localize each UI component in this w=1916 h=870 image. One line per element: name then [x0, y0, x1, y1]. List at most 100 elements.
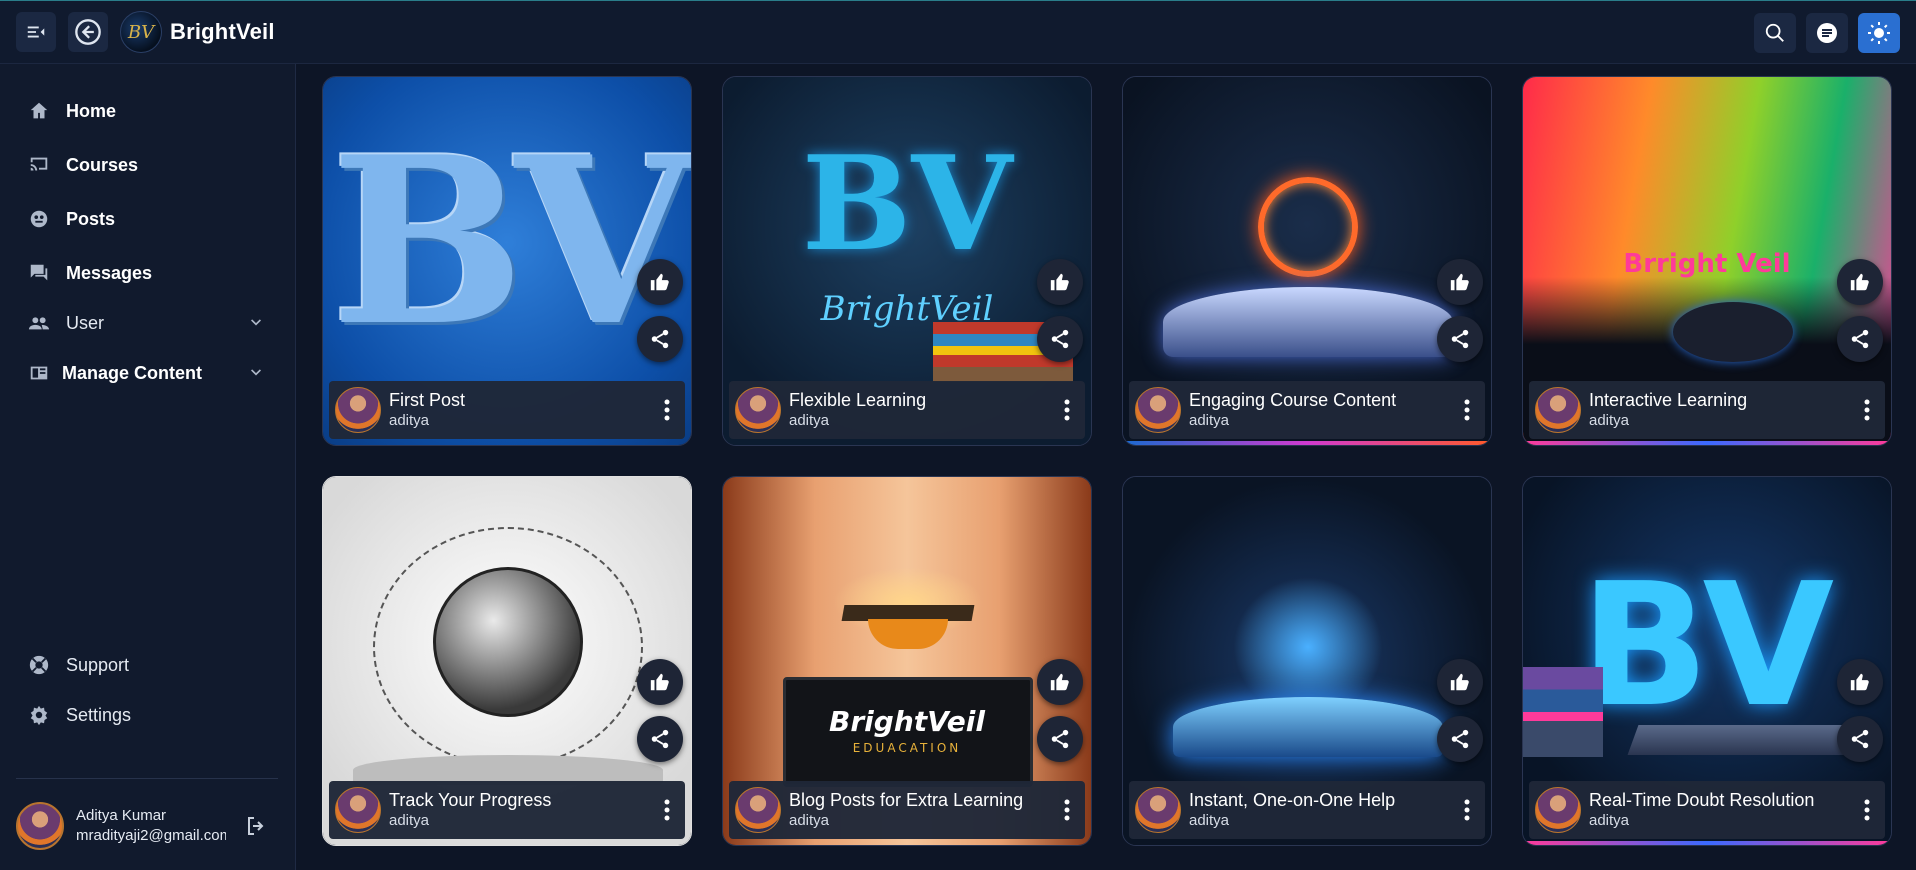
thumbs-up-icon	[1050, 673, 1069, 691]
messages-icon	[30, 264, 48, 281]
chat-button[interactable]	[1806, 13, 1848, 53]
post-title[interactable]: Blog Posts for Extra Learning	[789, 789, 1055, 811]
more-vert-icon	[1064, 399, 1070, 421]
home-icon	[30, 102, 48, 119]
post-author: aditya	[1589, 812, 1630, 829]
search-icon	[1765, 23, 1784, 42]
share-icon	[1051, 729, 1069, 749]
sidebar-item-support[interactable]: Support	[28, 650, 129, 680]
sidebar-item-posts[interactable]: Posts	[28, 204, 115, 234]
avatar[interactable]	[1535, 387, 1581, 433]
sidebar-divider	[16, 778, 278, 779]
share-button[interactable]	[1437, 316, 1483, 362]
post-card-footer: Engaging Course Content aditya	[1129, 381, 1485, 439]
post-author: aditya	[789, 412, 830, 429]
post-title[interactable]: Instant, One-on-One Help	[1189, 789, 1455, 811]
back-arrow-icon	[75, 19, 101, 45]
more-vert-icon	[664, 399, 670, 421]
sidebar-item-label: Manage Content	[62, 362, 203, 383]
like-button[interactable]	[1037, 659, 1083, 705]
share-button[interactable]	[1437, 716, 1483, 762]
brand-logo[interactable]: BV	[120, 11, 162, 53]
post-card[interactable]: Instant, One-on-One Help aditya	[1122, 476, 1492, 846]
post-card[interactable]: Engaging Course Content aditya	[1122, 76, 1492, 446]
sidebar-item-label: Support	[66, 654, 130, 675]
share-button[interactable]	[1037, 716, 1083, 762]
post-title[interactable]: First Post	[389, 389, 655, 411]
like-button[interactable]	[1437, 259, 1483, 305]
sidebar-item-messages[interactable]: Messages	[28, 258, 152, 288]
like-button[interactable]	[637, 259, 683, 305]
more-vert-icon	[1464, 799, 1470, 821]
avatar[interactable]	[1535, 787, 1581, 833]
chevron-down-icon[interactable]	[246, 313, 266, 333]
post-card-footer: Interactive Learning aditya	[1529, 381, 1885, 439]
avatar[interactable]	[16, 802, 64, 850]
post-image-text: Brright Veil	[1623, 249, 1791, 279]
post-card[interactable]: BV BrightVeil Flexible Learning aditya	[722, 76, 1092, 446]
post-card-footer: Real-Time Doubt Resolution aditya	[1529, 781, 1885, 839]
post-image-text: BV	[801, 127, 1013, 280]
avatar[interactable]	[335, 787, 381, 833]
sidebar-item-manage-content[interactable]: Manage Content	[28, 358, 268, 388]
sidebar-item-home[interactable]: Home	[28, 96, 116, 126]
more-vert-icon	[1064, 799, 1070, 821]
thumbs-up-icon	[650, 673, 669, 691]
menu-collapse-button[interactable]	[16, 12, 56, 52]
share-button[interactable]	[1837, 716, 1883, 762]
like-button[interactable]	[1837, 659, 1883, 705]
chevron-down-icon[interactable]	[246, 363, 266, 383]
sun-icon	[1868, 22, 1890, 44]
theme-toggle-button[interactable]	[1858, 13, 1900, 53]
more-options-button[interactable]	[655, 794, 679, 826]
post-card[interactable]: BV Real-Time Doubt Resolution aditya	[1522, 476, 1892, 846]
like-button[interactable]	[1837, 259, 1883, 305]
more-options-button[interactable]	[1855, 394, 1879, 426]
share-icon	[651, 729, 669, 749]
more-options-button[interactable]	[1055, 394, 1079, 426]
post-author: aditya	[389, 812, 430, 829]
sidebar-item-user[interactable]: User	[28, 308, 268, 338]
avatar[interactable]	[335, 387, 381, 433]
user-name: Aditya Kumar	[76, 807, 167, 824]
more-options-button[interactable]	[1455, 794, 1479, 826]
courses-icon	[30, 157, 48, 171]
back-button[interactable]	[68, 12, 108, 52]
search-button[interactable]	[1754, 13, 1796, 53]
more-options-button[interactable]	[1455, 394, 1479, 426]
share-icon	[651, 329, 669, 349]
more-options-button[interactable]	[1055, 794, 1079, 826]
avatar[interactable]	[735, 787, 781, 833]
share-button[interactable]	[637, 316, 683, 362]
post-card[interactable]: Brright Veil Interactive Learning aditya	[1522, 76, 1892, 446]
like-button[interactable]	[1437, 659, 1483, 705]
more-options-button[interactable]	[1855, 794, 1879, 826]
like-button[interactable]	[637, 659, 683, 705]
avatar[interactable]	[1135, 787, 1181, 833]
user-profile[interactable]: Aditya Kumar mradityaji2@gmail.com	[16, 798, 286, 854]
post-title[interactable]: Engaging Course Content	[1189, 389, 1455, 411]
sidebar-item-courses[interactable]: Courses	[28, 150, 138, 180]
post-card[interactable]: BV First Post aditya	[322, 76, 692, 446]
logout-button[interactable]	[244, 814, 268, 838]
sidebar-item-settings[interactable]: Settings	[28, 700, 131, 730]
share-button[interactable]	[637, 716, 683, 762]
post-title[interactable]: Track Your Progress	[389, 789, 655, 811]
like-button[interactable]	[1037, 259, 1083, 305]
thumbs-up-icon	[1050, 273, 1069, 291]
avatar[interactable]	[735, 387, 781, 433]
post-card[interactable]: BrightVeil EDUACATION Blog Posts for Ext…	[722, 476, 1092, 846]
share-button[interactable]	[1837, 316, 1883, 362]
post-author: aditya	[789, 812, 830, 829]
more-options-button[interactable]	[655, 394, 679, 426]
share-icon	[1451, 729, 1469, 749]
post-title[interactable]: Flexible Learning	[789, 389, 1055, 411]
share-button[interactable]	[1037, 316, 1083, 362]
avatar[interactable]	[1135, 387, 1181, 433]
sidebar-item-label: User	[66, 312, 105, 333]
post-card[interactable]: Track Your Progress aditya	[322, 476, 692, 846]
brand-name[interactable]: BrightVeil	[170, 19, 275, 45]
post-title[interactable]: Real-Time Doubt Resolution	[1589, 789, 1855, 811]
post-title[interactable]: Interactive Learning	[1589, 389, 1855, 411]
thumbs-up-icon	[1450, 273, 1469, 291]
